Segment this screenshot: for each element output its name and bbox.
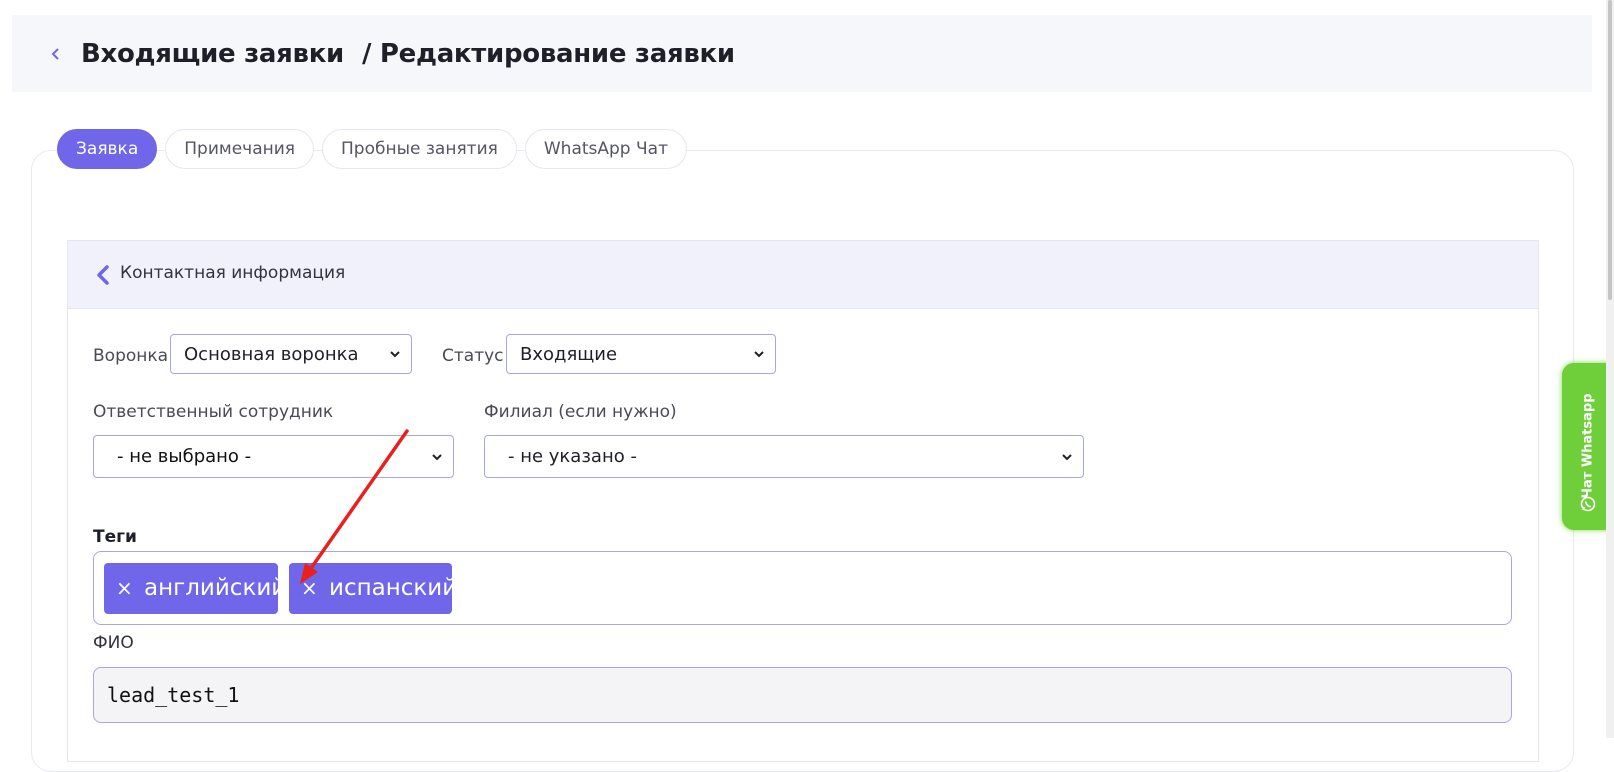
breadcrumb-incoming-requests[interactable]: Входящие заявки: [81, 39, 344, 69]
close-icon[interactable]: ×: [301, 563, 319, 614]
status-select-value: Входящие: [520, 343, 618, 365]
whatsapp-icon: [1580, 496, 1596, 512]
branch-select[interactable]: - не указано -: [484, 435, 1084, 478]
fio-field[interactable]: lead_test_1: [93, 667, 1512, 723]
page-header: Входящие заявки / Редактирование заявки: [12, 15, 1592, 92]
status-label: Статус: [442, 346, 504, 366]
tab-request[interactable]: Заявка: [57, 129, 158, 169]
tag-chip: × английский: [104, 563, 286, 614]
employee-select[interactable]: - не выбрано -: [93, 435, 454, 478]
tag-chip: × испанский: [289, 563, 457, 614]
section-title: Контактная информация: [120, 263, 346, 283]
section-header[interactable]: Контактная информация: [68, 241, 1538, 309]
tab-trial-lessons[interactable]: Пробные занятия: [322, 129, 517, 169]
funnel-label: Воронка: [93, 346, 169, 366]
back-button[interactable]: [42, 41, 68, 67]
funnel-select-value: Основная воронка: [184, 343, 359, 365]
chevron-down-icon: [754, 351, 764, 358]
status-select[interactable]: Входящие: [506, 334, 776, 374]
branch-label: Филиал (если нужно): [484, 402, 677, 422]
whatsapp-widget-label: Чат Whatsapp: [1580, 393, 1596, 499]
fio-label: ФИО: [93, 633, 134, 653]
breadcrumb-current: / Редактирование заявки: [361, 39, 735, 69]
employee-select-value: - не выбрано -: [117, 446, 252, 467]
tag-label: испанский: [329, 575, 458, 601]
chevron-left-icon: [51, 48, 59, 60]
tab-whatsapp-chat[interactable]: WhatsApp Чат: [524, 129, 687, 169]
chevron-down-icon: [1062, 453, 1072, 460]
tags-label: Теги: [93, 527, 137, 547]
funnel-select[interactable]: Основная воронка: [170, 334, 412, 374]
chevron-left-icon[interactable]: [94, 263, 112, 287]
branch-select-value: - не указано -: [508, 446, 637, 467]
tag-label: английский: [144, 575, 287, 601]
tags-input[interactable]: × английский × испанский: [93, 551, 1512, 625]
page-title: Входящие заявки / Редактирование заявки: [81, 35, 735, 73]
tab-bar: Заявка Примечания Пробные занятия WhatsA…: [57, 129, 687, 169]
chevron-down-icon: [432, 453, 442, 460]
close-icon[interactable]: ×: [116, 563, 134, 614]
tab-notes[interactable]: Примечания: [165, 129, 315, 169]
employee-label: Ответственный сотрудник: [93, 402, 334, 422]
scrollbar-thumb[interactable]: [1608, 0, 1612, 300]
chevron-down-icon: [390, 351, 400, 358]
